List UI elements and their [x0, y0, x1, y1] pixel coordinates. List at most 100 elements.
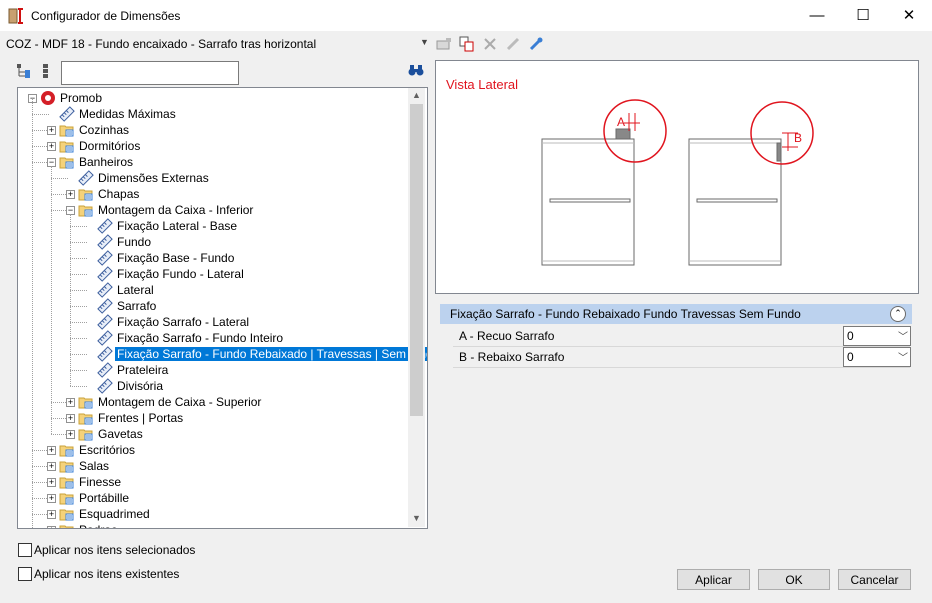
tree-connector [70, 290, 87, 291]
tree-item[interactable]: Montagem de Caixa - Superior [96, 394, 263, 410]
tree-item[interactable]: Padrao [77, 522, 120, 528]
chevron-down-icon[interactable]: ﹀ [898, 349, 908, 364]
folder-icon [59, 458, 75, 474]
expand-icon[interactable]: + [47, 526, 56, 528]
rebaixo-sarrafo-input[interactable]: 0 ﹀ [843, 347, 911, 367]
expand-icon[interactable]: + [66, 190, 75, 199]
tree-item[interactable]: Portábille [77, 490, 131, 506]
collapse-group-icon[interactable]: ⌃ [890, 306, 906, 322]
chevron-down-icon[interactable]: ﹀ [898, 328, 908, 343]
tree-item-label: Montagem de Caixa - Superior [98, 395, 262, 409]
tree-item[interactable]: Fixação Sarrafo - Fundo Rebaixado | Trav… [113, 346, 427, 362]
cancel-button[interactable]: Cancelar [838, 569, 911, 590]
binoculars-search-icon[interactable] [408, 63, 424, 80]
tree-item[interactable]: Escritórios [77, 442, 137, 458]
scroll-down-icon[interactable]: ▼ [412, 513, 421, 523]
save-config-icon[interactable] [433, 34, 455, 54]
tree-item[interactable]: Salas [77, 458, 111, 474]
tree-connector [70, 354, 87, 355]
tree-item-label: Sarrafo [117, 299, 157, 313]
tree-item-label: Fixação Fundo - Lateral [117, 267, 244, 281]
copy-config-icon[interactable] [456, 34, 478, 54]
tree-item[interactable]: Medidas Máximas [77, 106, 178, 122]
tree-item[interactable]: Montagem da Caixa - Inferior [96, 202, 255, 218]
tree-item-label: Fixação Sarrafo - Fundo Inteiro [117, 331, 284, 345]
title-bar: Configurador de Dimensões — ☐ ✕ [0, 0, 932, 31]
expand-icon[interactable]: + [47, 462, 56, 471]
tree-scrollbar-thumb[interactable] [410, 104, 423, 416]
property-name: B - Rebaixo Sarrafo [459, 350, 565, 364]
tree-item-label: Promob [60, 91, 103, 105]
dimension-tree[interactable]: − Promob Medidas Máximas + Cozinhas + Dormitór… [17, 87, 428, 529]
expand-icon[interactable]: + [47, 494, 56, 503]
tree-item[interactable]: Divisória [115, 378, 165, 394]
maximize-button[interactable]: ☐ [840, 0, 886, 31]
expand-icon[interactable]: + [47, 478, 56, 487]
tree-item[interactable]: Fixação Fundo - Lateral [115, 266, 246, 282]
expand-icon[interactable]: + [47, 142, 56, 151]
tree-connector [70, 386, 87, 387]
tree-item-label: Dormitórios [79, 139, 141, 153]
expand-icon[interactable]: + [47, 446, 56, 455]
scroll-up-icon[interactable]: ▲ [412, 90, 421, 100]
property-value: 0 [847, 329, 854, 343]
tree-item[interactable]: Promob [58, 90, 104, 106]
ruler-icon [97, 362, 113, 378]
expand-icon[interactable]: + [47, 126, 56, 135]
promob-logo-icon [40, 90, 56, 106]
ok-button[interactable]: OK [758, 569, 830, 590]
tree-item[interactable]: Fixação Lateral - Base [115, 218, 239, 234]
expand-all-icon[interactable] [16, 63, 32, 82]
tree-item[interactable]: Sarrafo [115, 298, 158, 314]
search-input[interactable] [61, 61, 239, 85]
import-config-icon[interactable] [502, 34, 524, 54]
tree-item-label: Frentes | Portas [98, 411, 184, 425]
tree-item[interactable]: Cozinhas [77, 122, 131, 138]
tree-item[interactable]: Fixação Base - Fundo [115, 250, 236, 266]
folder-icon [59, 506, 75, 522]
expand-icon[interactable]: + [66, 398, 75, 407]
ruler-icon [97, 218, 113, 234]
apply-button[interactable]: Aplicar [677, 569, 750, 590]
apply-existing-checkbox[interactable] [18, 567, 32, 581]
ruler-icon [97, 346, 113, 362]
tree-connector [70, 338, 87, 339]
tree-item[interactable]: Banheiros [77, 154, 135, 170]
tree-item-label: Fixação Sarrafo - Lateral [117, 315, 250, 329]
tree-item[interactable]: Chapas [96, 186, 141, 202]
config-select[interactable]: COZ - MDF 18 - Fundo encaixado - Sarrafo… [6, 37, 316, 51]
tree-item[interactable]: Fundo [115, 234, 153, 250]
expand-icon[interactable]: + [66, 430, 75, 439]
tree-item[interactable]: Dormitórios [77, 138, 142, 154]
config-dropdown-arrow[interactable]: ▼ [420, 37, 429, 47]
close-button[interactable]: ✕ [886, 0, 932, 31]
tree-item-label: Montagem da Caixa - Inferior [98, 203, 254, 217]
tree-item[interactable]: Dimensões Externas [96, 170, 211, 186]
ruler-icon [97, 234, 113, 250]
property-row: A - Recuo Sarrafo [453, 326, 910, 347]
tree-item[interactable]: Gavetas [96, 426, 145, 442]
expand-icon[interactable]: + [66, 414, 75, 423]
tree-item[interactable]: Fixação Sarrafo - Lateral [115, 314, 251, 330]
ruler-icon [59, 106, 75, 122]
tree-item[interactable]: Frentes | Portas [96, 410, 185, 426]
property-value: 0 [847, 350, 854, 364]
ruler-icon [97, 282, 113, 298]
tree-item-label: Cozinhas [79, 123, 130, 137]
recuo-sarrafo-input[interactable]: 0 ﹀ [843, 326, 911, 346]
expand-icon[interactable]: + [47, 510, 56, 519]
apply-selected-checkbox[interactable] [18, 543, 32, 557]
collapse-all-icon[interactable] [39, 63, 55, 82]
tree-item[interactable]: Prateleira [115, 362, 170, 378]
tree-item[interactable]: Fixação Sarrafo - Fundo Inteiro [115, 330, 285, 346]
tree-item[interactable]: Esquadrimed [77, 506, 152, 522]
folder-icon [59, 122, 75, 138]
export-config-icon[interactable] [525, 34, 547, 54]
tree-item-label: Medidas Máximas [79, 107, 176, 121]
tree-item[interactable]: Finesse [77, 474, 123, 490]
minimize-button[interactable]: — [794, 0, 840, 31]
tree-item[interactable]: Lateral [115, 282, 156, 298]
folder-icon [59, 154, 75, 170]
delete-config-icon[interactable] [479, 34, 501, 54]
tree-item-label: Portábille [79, 491, 130, 505]
